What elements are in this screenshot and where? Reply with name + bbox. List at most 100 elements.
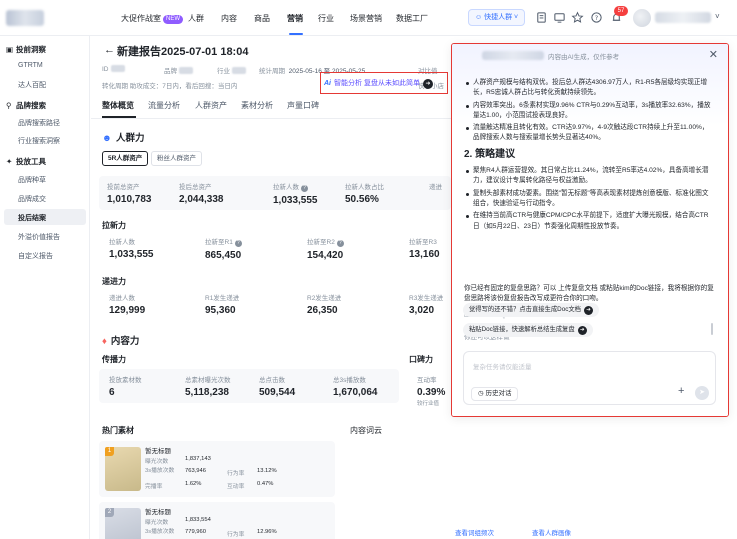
sidebar-group-pre-insight[interactable]: ▣ 投前洞察	[6, 44, 46, 55]
crowd-summary-card: 投前总资产 1,010,783 投后总资产 2,044,338 拉新人数? 1,033…	[99, 176, 451, 210]
meta-conversion-window: 转化周期 助攻成交：7日内，看后回搜：当日内	[102, 83, 238, 90]
document-icon[interactable]	[535, 11, 548, 24]
panel-scrollbar[interactable]	[711, 323, 713, 335]
segment-5r-assets[interactable]: 5R人群资产	[102, 151, 149, 166]
sidebar-item-post-campaign[interactable]: 投后结案	[18, 213, 46, 223]
metric-pull-new: 拉新人数 1,033,555	[109, 239, 154, 260]
avatar[interactable]	[633, 9, 651, 27]
rank-badge: 2	[105, 508, 114, 517]
sidebar-item-brand-search-path[interactable]: 品牌搜索路径	[18, 118, 60, 128]
star-icon[interactable]	[571, 11, 584, 24]
strategy-bullet: 复制头部素材成功要素。围绕"暂无标题"等高表现素材提炼创意模版、标准化图文组合，…	[464, 189, 714, 210]
value-action-rate: 12.96%	[257, 529, 277, 535]
back-arrow-icon[interactable]: ←	[104, 44, 115, 56]
nav-item-scene-marketing[interactable]: 场景营销	[350, 13, 382, 24]
section-crowd-title: ☻ 人群力	[102, 133, 145, 144]
panel-header-note: 内容由AI生成，仅作参考	[548, 54, 620, 61]
tabs-divider	[91, 118, 451, 119]
strategy-bullet: 聚焦R4人群运营提效。其日常占比11.24%，流转至R5率达4.02%，具备高增…	[464, 166, 714, 187]
chevron-down-icon[interactable]: ˅	[715, 12, 720, 21]
view-crowd-profile-link[interactable]: 查看人群画像	[532, 527, 571, 537]
report-main: ← 新建报告2025-07-01 18:04 ID 品牌 行业 统计周期 202…	[91, 36, 535, 539]
metric-pre-assets: 投前总资产 1,010,783	[107, 184, 152, 205]
value-exposure: 1,833,554	[185, 517, 211, 523]
suggestion-paste-doc[interactable]: 粘贴Doc链接，快速解析总结生成复盘 ➜	[463, 323, 593, 337]
user-name[interactable]	[655, 12, 711, 23]
metric-new-users: 拉新人数? 1,033,555	[273, 184, 318, 206]
section-content-title: ♦ 内容力	[102, 336, 140, 347]
sidebar-item-brand-deal[interactable]: 品牌成交	[18, 194, 46, 204]
label-interaction-rate: 互动率	[227, 484, 245, 490]
history-button[interactable]: ◷ 历史对话	[471, 387, 519, 401]
chevron-down-icon: ˅	[514, 14, 519, 21]
search-icon: ⚲	[6, 101, 12, 110]
value-3s-plays: 763,946	[185, 468, 206, 474]
sidebar-item-custom-report[interactable]: 自定义报告	[18, 251, 53, 261]
summary-bullet: 人群资产规模与结构双优。投后总人群达4306.97万人，R1-R5各层级均实现正…	[464, 78, 714, 99]
chat-input-placeholder: 复杂任务请仅能适量	[473, 364, 532, 371]
quick-crowd-button[interactable]: ☺ 快捷人群 ˅	[468, 9, 526, 26]
label-action-rate: 行为率	[227, 471, 245, 477]
nav-item-content[interactable]: 内容	[221, 13, 237, 24]
hot-material-card[interactable]: 2 暂无标题 曝光次数 1,833,554 3s播放次数 779,960 行为率…	[99, 502, 335, 539]
panel-summary: 人群资产规模与结构双优。投后总人群达4306.97万人，R1-R5各层级均实现正…	[464, 78, 714, 234]
sidebar-group-ad-tools[interactable]: ✦ 投放工具	[6, 156, 46, 167]
sidebar-group-brand-search[interactable]: ⚲ 品牌搜索	[6, 100, 46, 111]
nav-item-goods[interactable]: 商品	[254, 13, 270, 24]
info-icon[interactable]: ?	[301, 185, 308, 192]
people-icon: ☻	[102, 133, 112, 144]
send-icon[interactable]: ➤	[695, 386, 709, 400]
view-word-frequency-link[interactable]: 查看词组频次	[455, 527, 494, 537]
hot-material-card[interactable]: 1 暂无标题 曝光次数 1,837,143 3s播放次数 763,946 行为率…	[99, 441, 335, 497]
suggestion-generate-doc[interactable]: 觉得写的还不错？点击直接生成Doc文档 ➜	[463, 303, 599, 317]
sidebar-item-brand-seeding[interactable]: 品牌种草	[18, 175, 46, 185]
metric-pull-r3: 拉新至R3 13,160	[409, 239, 440, 260]
nav-item-crowd[interactable]: 人群	[188, 13, 204, 24]
nav-item-industry[interactable]: 行业	[318, 13, 334, 24]
info-icon[interactable]: ?	[336, 240, 344, 247]
segment-fans-assets[interactable]: 粉丝人群资产	[151, 151, 202, 166]
advance-title: 递进力	[102, 277, 126, 286]
sidebar-item-spillover-report[interactable]: 外溢价值报告	[18, 232, 60, 242]
tab-traffic[interactable]: 流量分析	[148, 100, 180, 111]
ai-logo-icon: Ai	[324, 80, 331, 87]
arrow-right-icon: ➜	[577, 326, 587, 335]
report-tabs: 整体概览 流量分析 人群资产 素材分析 声量口碑	[102, 100, 442, 116]
logo[interactable]	[6, 10, 44, 26]
metric-pull-r2: 拉新至R2? 154,420	[307, 239, 344, 261]
sidebar-item-gtrtm[interactable]: GTRTM	[18, 62, 43, 69]
nav-item-marketing[interactable]: 营销	[287, 13, 303, 24]
close-icon[interactable]: ✕	[709, 48, 718, 61]
tab-voice[interactable]: 声量口碑	[287, 100, 319, 111]
value-action-rate: 13.12%	[257, 468, 277, 474]
plus-icon[interactable]: +	[678, 385, 684, 397]
meta-id: ID	[102, 65, 127, 73]
chat-input[interactable]: 复杂任务请仅能适量 ◷ 历史对话 + ➤	[463, 351, 716, 405]
new-badge: NEW	[163, 15, 183, 24]
strategy-bullet: 在维持当前高CTR与健康CPM/CPC水平前提下，适度扩大曝光规模，结合高CTR…	[464, 211, 714, 232]
label-3s-plays: 3s播放次数	[145, 468, 175, 474]
sidebar-item-talent-match[interactable]: 达人百配	[18, 80, 46, 90]
reputation-title: 口碑力	[409, 355, 433, 364]
metric-pull-r1: 拉新至R1? 865,450	[205, 239, 242, 261]
nav-item-war-room[interactable]: 大促作战室 NEW	[121, 13, 183, 24]
tab-crowd-assets[interactable]: 人群资产	[195, 100, 227, 111]
tab-overview[interactable]: 整体概览	[102, 100, 134, 111]
nav-item-data-factory[interactable]: 数据工厂	[396, 13, 428, 24]
ai-analysis-panel: 内容由AI生成，仅作参考 ✕ 人群资产规模与结构双优。投后总人群达4306.97…	[451, 43, 729, 417]
ai-analysis-button[interactable]: Ai 智能分析 复盘从未如此简单 ➜	[324, 77, 433, 91]
screen-icon[interactable]	[553, 11, 566, 24]
tools-icon: ✦	[6, 157, 13, 166]
info-icon[interactable]: ?	[234, 240, 242, 247]
tab-material[interactable]: 素材分析	[241, 100, 273, 111]
sidebar-item-industry-search[interactable]: 行业搜索洞察	[18, 136, 60, 146]
pull-new-title: 拉新力	[102, 221, 126, 230]
value-completion-rate: 1.62%	[185, 481, 202, 487]
value-3s-plays: 779,960	[185, 529, 206, 535]
metric-advance-r2: R2发生递进 26,350	[307, 295, 342, 316]
metric-advance-r1: R1发生递进 95,360	[205, 295, 240, 316]
spread-card: 投放素材数 6 总素材曝光次数 5,118,238 总点击数 509,544 总3s播…	[99, 369, 399, 403]
spread-title: 传播力	[102, 355, 126, 364]
help-icon[interactable]: ?	[590, 11, 603, 24]
label-completion-rate: 完播率	[145, 484, 163, 490]
